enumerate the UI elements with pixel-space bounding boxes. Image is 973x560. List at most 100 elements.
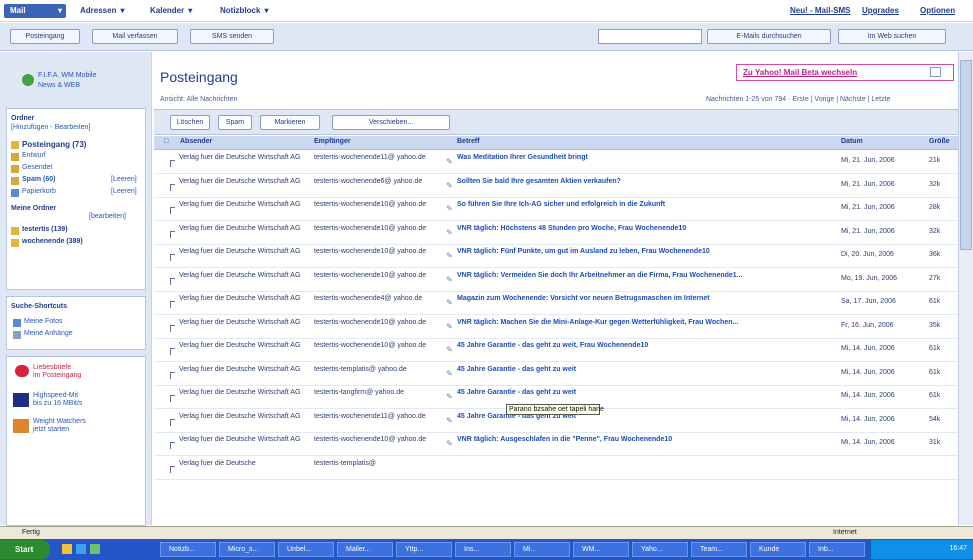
posteingang-button[interactable]: Posteingang xyxy=(10,29,80,44)
link-mail-sms[interactable]: Neu! - Mail-SMS xyxy=(790,6,850,15)
chevron-down-icon[interactable]: ▾ xyxy=(58,4,62,18)
row-checkbox[interactable] xyxy=(170,395,175,402)
papierkorb-leeren-link[interactable]: [Leeren] xyxy=(111,188,137,195)
row-checkbox[interactable] xyxy=(170,230,175,238)
row-checkbox[interactable] xyxy=(170,160,175,167)
folder-testertis[interactable]: testertis (139) xyxy=(22,226,68,233)
spam-button[interactable]: Spam xyxy=(218,115,252,130)
taskbar-window-button[interactable]: Mi.. xyxy=(514,542,570,557)
table-row[interactable]: Verlag fuer die Deutsche Wirtschaft AG te… xyxy=(154,292,964,315)
ad-1-line-2[interactable]: im Posteingang xyxy=(33,372,81,379)
view-filter[interactable]: Ansicht: Alle Nachrichten xyxy=(160,96,237,103)
im-web-suchen-button[interactable]: Im Web suchen xyxy=(838,29,946,44)
folder-posteingang[interactable]: Posteingang (73) xyxy=(22,140,86,149)
taskbar-window-button[interactable]: Yttp... xyxy=(396,542,452,557)
taskbar-window-button[interactable]: Inb... xyxy=(809,542,865,557)
taskbar-window-button[interactable]: Unbel... xyxy=(278,542,334,557)
meine-anhaenge-link[interactable]: Meine Anhänge xyxy=(24,330,73,337)
table-row[interactable]: Verlag fuer die Deutsche Wirtschaft AG te… xyxy=(154,198,964,221)
start-button[interactable]: Start xyxy=(0,540,50,559)
taskbar-window-button[interactable]: WM... xyxy=(573,542,629,557)
taskbar-window-button[interactable]: Kunde xyxy=(750,542,806,557)
row-checkbox[interactable] xyxy=(170,418,175,426)
folder-wochenende[interactable]: wochenende (389) xyxy=(22,238,83,245)
beta-switch-link[interactable]: Zu Yahoo! Mail Beta wechseln xyxy=(736,64,954,81)
chevron-down-icon[interactable]: ▾ xyxy=(120,6,124,15)
row-checkbox[interactable] xyxy=(170,301,175,308)
table-row[interactable]: Verlag fuer die Deutsche Wirtschaft AG te… xyxy=(154,316,964,339)
row-checkbox[interactable] xyxy=(170,371,175,379)
col-betreff[interactable]: Betreff xyxy=(457,138,480,145)
scrollbar-thumb[interactable] xyxy=(960,60,972,250)
taskbar-window-button[interactable]: Micro_s... xyxy=(219,542,275,557)
promo-line-1[interactable]: F.I.F.A. WM Mobile xyxy=(38,72,96,79)
markieren-dropdown[interactable]: Markieren xyxy=(260,115,320,130)
row-checkbox[interactable] xyxy=(170,465,175,473)
col-empfaenger[interactable]: Empfänger xyxy=(314,138,351,145)
folder-papierkorb[interactable]: Papierkorb xyxy=(22,188,56,195)
subject-link[interactable]: VNR täglich: Machen Sie die Mini-Anlage-… xyxy=(457,318,817,327)
row-checkbox[interactable] xyxy=(170,207,175,214)
meine-ordner-edit-link[interactable]: [bearbeiten] xyxy=(89,213,126,220)
subject-link[interactable]: So führen Sie Ihre Ich-AG sicher und erf… xyxy=(457,200,817,209)
link-upgrades[interactable]: Upgrades xyxy=(862,6,899,15)
folder-spam[interactable]: Spam (60) xyxy=(22,176,55,183)
tab-adressen[interactable]: Adressen ▾ xyxy=(80,4,124,18)
select-all-checkbox[interactable]: □ xyxy=(164,138,168,145)
mail-verfassen-button[interactable]: Mail verfassen xyxy=(92,29,178,44)
chevron-down-icon[interactable] xyxy=(930,67,941,77)
taskbar-window-button[interactable]: Notizb... xyxy=(160,542,216,557)
subject-link[interactable]: Sollten Sie bald Ihre gesamten Aktien ve… xyxy=(457,177,817,186)
ad-2-line-2[interactable]: bis zu 16 MBit/s xyxy=(33,400,82,407)
emails-durchsuchen-button[interactable]: E-Mails durchsuchen xyxy=(707,29,831,44)
ad-3-line-1[interactable]: Weight Watchers xyxy=(33,418,86,425)
table-row[interactable]: Verlag fuer die Deutsche Wirtschaft AG te… xyxy=(154,222,964,245)
ordner-edit-links[interactable]: [Hinzufügen - Bearbeiten] xyxy=(11,124,90,131)
desktop-icon[interactable] xyxy=(90,544,100,554)
subject-link[interactable]: 45 Jahre Garantie - das geht zu weit xyxy=(457,388,817,397)
table-row[interactable]: Verlag fuer die Deutsche Wirtschaft AG te… xyxy=(154,269,964,292)
table-row[interactable]: Verlag fuer die Deutsche Wirtschaft AG te… xyxy=(154,433,964,456)
row-checkbox[interactable] xyxy=(170,348,175,355)
col-datum[interactable]: Datum xyxy=(841,138,863,145)
table-row[interactable]: Verlag fuer die Deutsche Wirtschaft AG te… xyxy=(154,339,964,362)
chevron-down-icon[interactable]: ▾ xyxy=(264,6,268,15)
search-input[interactable] xyxy=(598,29,702,44)
row-checkbox[interactable] xyxy=(170,442,175,449)
ad-3-line-2[interactable]: jetzt starten xyxy=(33,426,69,433)
row-checkbox[interactable] xyxy=(170,277,175,285)
folder-icon[interactable] xyxy=(62,544,72,554)
pagination[interactable]: Nachrichten 1-25 von 794 · Erste | Vorig… xyxy=(706,96,890,103)
subject-link[interactable]: Magazin zum Wochenende: Vorsicht vor neu… xyxy=(457,294,817,303)
chevron-down-icon[interactable]: ▾ xyxy=(188,6,192,15)
meine-fotos-link[interactable]: Meine Fotos xyxy=(24,318,63,325)
table-row[interactable]: Verlag fuer die Deutsche Wirtschaft AG te… xyxy=(154,175,964,198)
tab-kalender[interactable]: Kalender ▾ xyxy=(150,4,192,18)
taskbar-window-button[interactable]: Yaho... xyxy=(632,542,688,557)
link-optionen[interactable]: Optionen xyxy=(920,6,955,15)
vertical-scrollbar[interactable] xyxy=(958,52,973,525)
subject-link[interactable]: VNR täglich: Höchstens 48 Stunden pro Wo… xyxy=(457,224,817,233)
delete-button[interactable]: Löschen xyxy=(170,115,210,130)
spam-leeren-link[interactable]: [Leeren] xyxy=(111,176,137,183)
row-checkbox[interactable] xyxy=(170,254,175,261)
ad-1-line-1[interactable]: Liebesbriefe xyxy=(33,364,71,371)
subject-link[interactable]: Was Meditation Ihrer Gesundheit bringt xyxy=(457,153,817,162)
verschieben-dropdown[interactable]: Verschieben... xyxy=(332,115,450,130)
table-row[interactable]: Verlag fuer die Deutsche Wirtschaft AG te… xyxy=(154,363,964,386)
tab-mail[interactable]: Mail ▾ xyxy=(4,4,66,18)
taskbar-window-button[interactable]: Ins... xyxy=(455,542,511,557)
sms-senden-button[interactable]: SMS senden xyxy=(190,29,274,44)
promo-line-2[interactable]: News & WEB xyxy=(38,82,80,89)
ad-2-line-1[interactable]: Highspeed-Mit xyxy=(33,392,78,399)
row-checkbox[interactable] xyxy=(170,324,175,332)
subject-link[interactable]: VNR täglich: Fünf Punkte, um gut im Ausl… xyxy=(457,247,817,256)
table-row[interactable]: Verlag fuer die Deutsche Wirtschaft AG te… xyxy=(154,151,964,174)
subject-link[interactable]: 45 Jahre Garantie - das geht zu weit xyxy=(457,365,817,374)
taskbar-window-button[interactable]: Team... xyxy=(691,542,747,557)
subject-link[interactable]: 45 Jahre Garantie - das geht zu weit, Fr… xyxy=(457,341,817,350)
row-checkbox[interactable] xyxy=(170,183,175,191)
col-groesse[interactable]: Größe xyxy=(929,138,950,145)
table-row[interactable]: Verlag fuer die Deutsche Wirtschaft AG te… xyxy=(154,245,964,268)
taskbar-window-button[interactable]: Mailer... xyxy=(337,542,393,557)
